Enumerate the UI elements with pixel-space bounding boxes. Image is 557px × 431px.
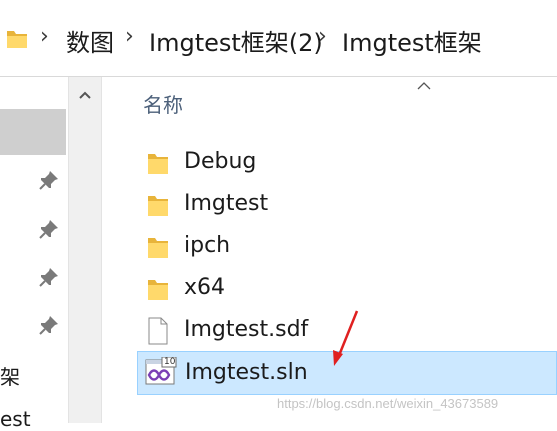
annotation-arrow-icon (333, 310, 359, 366)
watermark: https://blog.csdn.net/weixin_43673589 (277, 396, 499, 411)
